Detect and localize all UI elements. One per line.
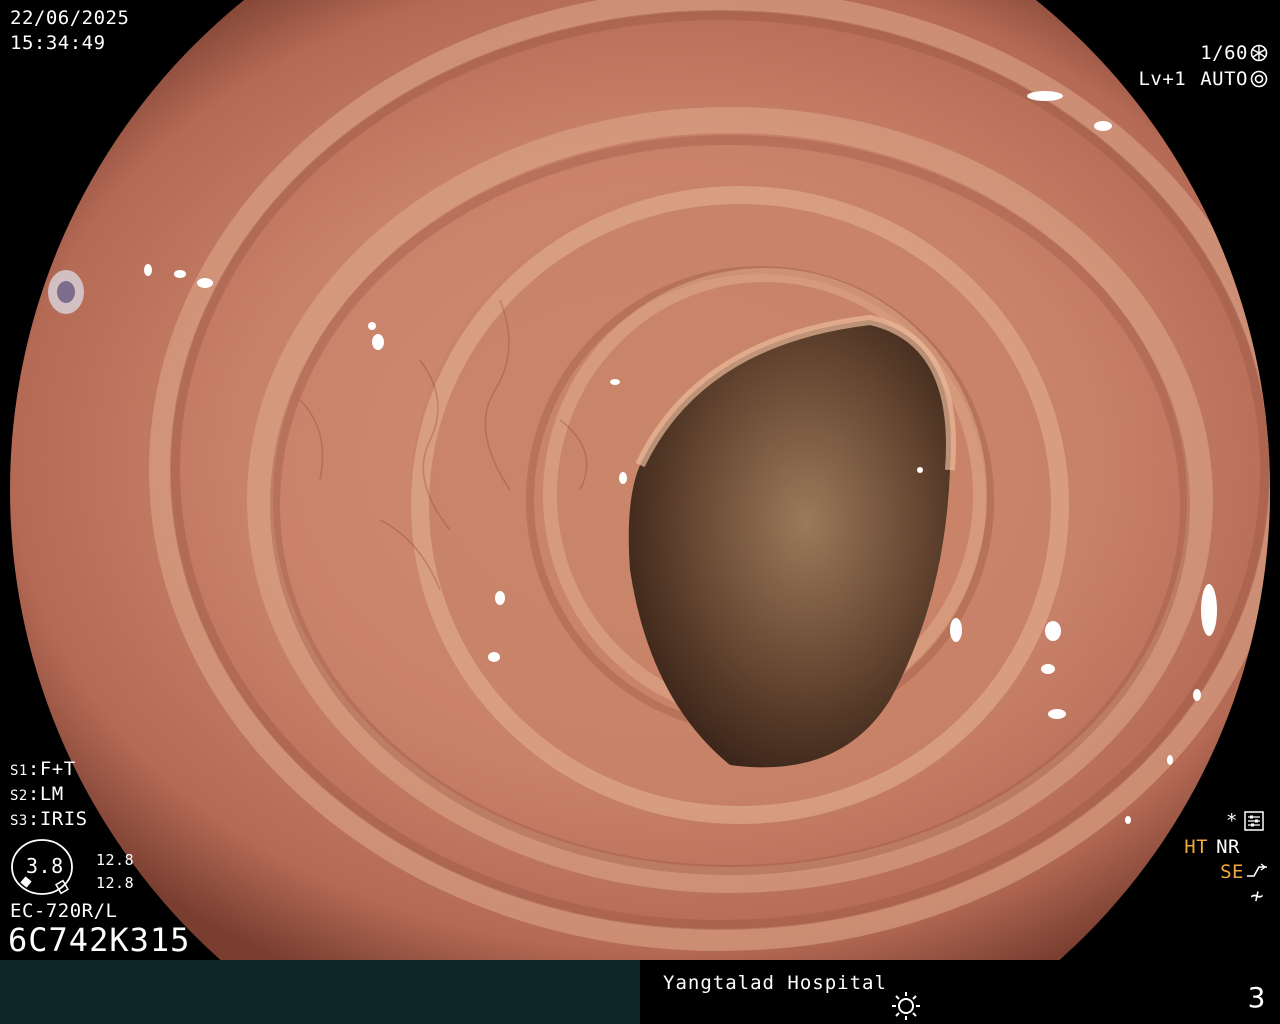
structure-enhancement: SE bbox=[1220, 860, 1268, 884]
exposure-mode: AUTO bbox=[1200, 67, 1268, 91]
time-readout: 15:34:49 bbox=[10, 32, 106, 54]
nr-flag: NR bbox=[1216, 836, 1240, 858]
exposure-mode-label: AUTO bbox=[1200, 68, 1248, 90]
aperture-icon bbox=[1250, 44, 1268, 62]
scope-setting-s2: S2:LM bbox=[10, 783, 64, 805]
curve-icon bbox=[1247, 863, 1267, 877]
date-readout: 22/06/2025 bbox=[10, 7, 130, 29]
exposure-settings: Lv+1 AUTO bbox=[1138, 67, 1268, 91]
shutter-value: 1/60 bbox=[1200, 42, 1248, 64]
footer-left-panel bbox=[0, 960, 640, 1024]
star-indicator: * bbox=[1226, 810, 1238, 832]
se-flag: SE bbox=[1220, 861, 1244, 883]
zoom-value: 3.8 bbox=[26, 854, 64, 878]
iris-icon bbox=[1250, 70, 1268, 88]
zoom-range-bottom: 12.8 bbox=[96, 874, 135, 892]
shutter-speed: 1/60 bbox=[1200, 41, 1268, 65]
brightness-level: Lv+1 bbox=[1138, 68, 1187, 90]
endoscope-image bbox=[0, 0, 1280, 960]
image-processing-flags: HT NR bbox=[1184, 835, 1240, 859]
settings-sliders-icon bbox=[1244, 811, 1264, 831]
filter-indicator: ≁ bbox=[1250, 884, 1264, 909]
zoom-range-top: 12.8 bbox=[96, 851, 135, 869]
hospital-name: Yangtalad Hospital bbox=[663, 972, 887, 994]
enhancement-indicator: * bbox=[1226, 809, 1264, 833]
ht-flag: HT bbox=[1184, 836, 1209, 858]
scope-model: EC-720R/L bbox=[10, 900, 118, 922]
scope-setting-s1: S1:F+T bbox=[10, 758, 76, 780]
colon-lumen-view bbox=[10, 0, 1270, 960]
sun-icon bbox=[892, 992, 920, 1020]
scope-setting-s3: S3:IRIS bbox=[10, 808, 88, 830]
scope-serial: 6C742K315 bbox=[8, 921, 191, 959]
image-count: 3 bbox=[1247, 981, 1266, 1014]
